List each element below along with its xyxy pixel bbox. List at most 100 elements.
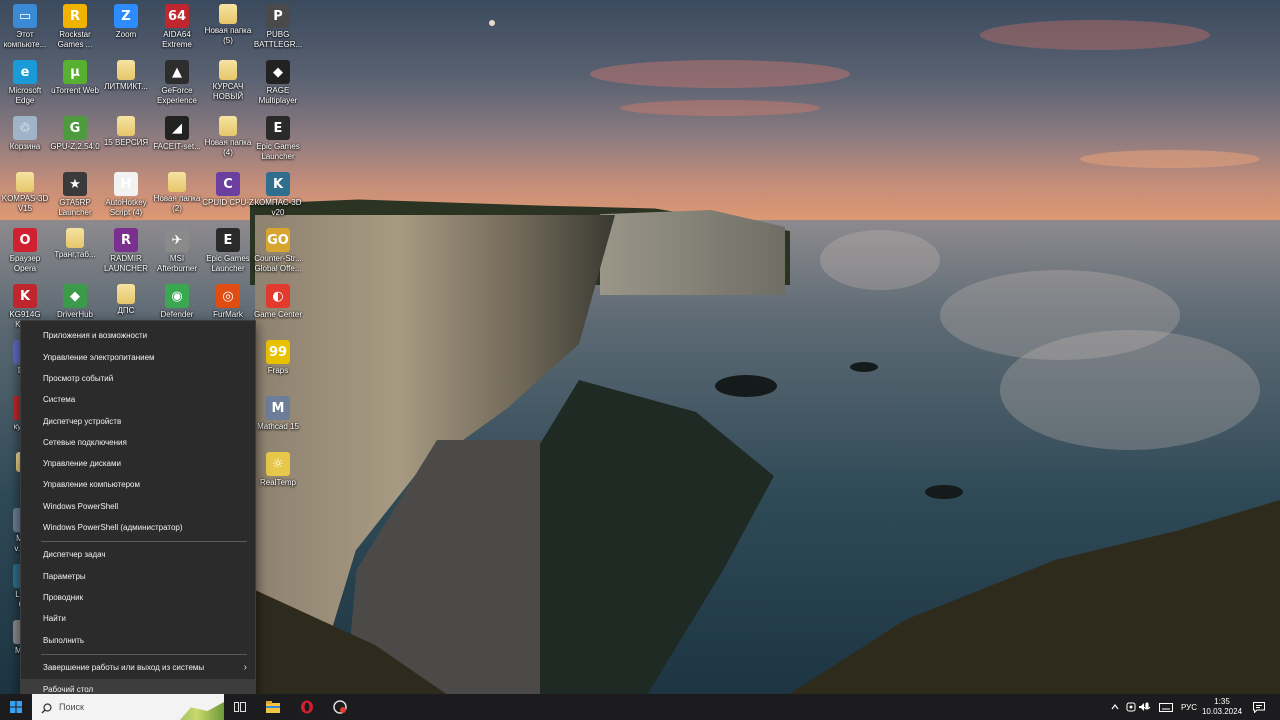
taskbar-search-box[interactable]: Поиск bbox=[32, 694, 224, 720]
clock-button[interactable]: 1:35 10.03.2024 bbox=[1202, 694, 1242, 720]
desktop-icon[interactable]: ◆ DriverHub bbox=[48, 284, 102, 320]
desktop-icon[interactable]: ◢ FACEIT-set... bbox=[150, 116, 204, 152]
desktop-icon-label: Новая папка (2) bbox=[153, 194, 201, 213]
menu-item-settings[interactable]: Параметры bbox=[21, 566, 255, 587]
desktop-icon-label: KOMPAS-3D V15 bbox=[1, 194, 49, 213]
menu-item-computer-management[interactable]: Управление компьютером bbox=[21, 474, 255, 495]
desktop-icon[interactable]: ▭ Этот компьюте... bbox=[0, 4, 52, 50]
gpuz-icon: G bbox=[63, 116, 87, 140]
desktop-icon[interactable]: KOMPAS-3D V15 bbox=[0, 172, 52, 214]
geforce-icon: ▲ bbox=[165, 60, 189, 84]
menu-item-disk-management[interactable]: Управление дисками bbox=[21, 453, 255, 474]
desktop-icon[interactable]: E Epic Games Launcher bbox=[251, 116, 305, 162]
desktop-icon-label: Game Center bbox=[253, 310, 303, 319]
desktop-icon[interactable]: ДПС bbox=[99, 284, 153, 316]
desktop-icon-label: Транг,таб... bbox=[54, 250, 96, 259]
desktop-icon[interactable]: M Mathcad 15 bbox=[251, 396, 305, 432]
desktop-icon[interactable]: O Браузер Opera bbox=[0, 228, 52, 274]
desktop-icon-label: Новая папка (5) bbox=[204, 26, 252, 45]
desktop-icon-label: PUBG BATTLEGR... bbox=[253, 30, 303, 49]
show-hidden-icons-button[interactable] bbox=[1108, 694, 1122, 720]
menu-item-file-explorer[interactable]: Проводник bbox=[21, 587, 255, 608]
game-center-icon: ◐ bbox=[266, 284, 290, 308]
menu-item-run[interactable]: Выполнить bbox=[21, 630, 255, 651]
file-explorer-icon bbox=[266, 701, 280, 713]
taskbar-file-explorer[interactable] bbox=[262, 694, 284, 720]
desktop-icon[interactable]: ◆ RAGE Multiplayer bbox=[251, 60, 305, 106]
taskbar-game-center[interactable] bbox=[329, 694, 351, 720]
task-view-button[interactable] bbox=[229, 694, 251, 720]
folder-icon bbox=[219, 116, 237, 136]
desktop-icon[interactable]: ▲ GeForce Experience bbox=[150, 60, 204, 106]
desktop-icon[interactable]: C CPUID CPU-Z bbox=[201, 172, 255, 208]
taskbar-opera[interactable] bbox=[296, 694, 318, 720]
microphone-button[interactable] bbox=[1140, 694, 1154, 720]
touch-keyboard-button[interactable] bbox=[1157, 694, 1175, 720]
desktop-icon[interactable]: H AutoHotkey Script (4) bbox=[99, 172, 153, 218]
desktop-icon[interactable]: ЛИТМИКТ... bbox=[99, 60, 153, 92]
menu-item-power-options[interactable]: Управление электропитанием bbox=[21, 347, 255, 368]
menu-item-network-connections[interactable]: Сетевые подключения bbox=[21, 432, 255, 453]
desktop-icon-label: КУРСАЧ НОВЫЙ bbox=[212, 82, 244, 101]
menu-item-label: Рабочий стол bbox=[43, 685, 94, 694]
desktop-icon[interactable]: GO Counter-Str... Global Offe... bbox=[251, 228, 305, 274]
desktop-icon[interactable]: Транг,таб... bbox=[48, 228, 102, 260]
desktop-icon[interactable]: K КОМПАС-3D v20 bbox=[251, 172, 305, 218]
desktop-icon[interactable]: Новая папка (4) bbox=[201, 116, 255, 158]
defender-icon: ◉ bbox=[165, 284, 189, 308]
desktop-icon[interactable]: ◉ Defender bbox=[150, 284, 204, 320]
desktop-icon[interactable]: µ uTorrent Web bbox=[48, 60, 102, 96]
desktop-icon[interactable]: ◎ FurMark bbox=[201, 284, 255, 320]
desktop-icon[interactable]: P PUBG BATTLEGR... bbox=[251, 4, 305, 50]
desktop-icon[interactable]: Новая папка (2) bbox=[150, 172, 204, 214]
wallpaper-rock bbox=[925, 485, 963, 499]
clock-time: 1:35 bbox=[1214, 697, 1230, 706]
desktop-icon[interactable]: G GPU-Z.2.54.0 bbox=[48, 116, 102, 152]
menu-item-shut-down-or-sign-out[interactable]: Завершение работы или выход из системы › bbox=[21, 657, 255, 678]
game-center-icon bbox=[333, 700, 347, 714]
desktop-icon[interactable]: R RADMIR LAUNCHER bbox=[99, 228, 153, 274]
wallpaper-foam bbox=[1000, 330, 1260, 450]
menu-item-windows-powershell[interactable]: Windows PowerShell bbox=[21, 496, 255, 517]
desktop-icon-label: Mathcad 15 bbox=[257, 422, 299, 431]
desktop-icon[interactable]: Новая папка (5) bbox=[201, 4, 255, 46]
desktop-icon-label: GPU-Z.2.54.0 bbox=[50, 142, 100, 151]
desktop-icon[interactable]: 15 ВЕРСИЯ bbox=[99, 116, 153, 148]
utorrent-icon: µ bbox=[63, 60, 87, 84]
menu-item-task-manager[interactable]: Диспетчер задач bbox=[21, 544, 255, 565]
desktop-icon[interactable]: ☼ RealTemp bbox=[251, 452, 305, 488]
desktop-icon[interactable]: ◐ Game Center bbox=[251, 284, 305, 320]
zoom-icon: Z bbox=[114, 4, 138, 28]
desktop-icon[interactable]: e Microsoft Edge bbox=[0, 60, 52, 106]
menu-item-system[interactable]: Система bbox=[21, 389, 255, 410]
menu-item-windows-powershell-admin[interactable]: Windows PowerShell (администратор) bbox=[21, 517, 255, 538]
desktop-icon[interactable]: 64 AIDA64 Extreme bbox=[150, 4, 204, 50]
microphone-icon bbox=[1143, 702, 1151, 710]
desktop-icon-label: AIDA64 Extreme bbox=[162, 30, 192, 49]
language-indicator: РУС bbox=[1180, 702, 1198, 712]
desktop-icon[interactable]: R Rockstar Games ... bbox=[48, 4, 102, 50]
menu-item-device-manager[interactable]: Диспетчер устройств bbox=[21, 411, 255, 432]
desktop-icon[interactable]: ♲ Корзина bbox=[0, 116, 52, 152]
desktop-icon[interactable]: КУРСАЧ НОВЫЙ bbox=[201, 60, 255, 102]
recycle-bin-icon: ♲ bbox=[13, 116, 37, 140]
desktop-icon[interactable]: 99 Fraps bbox=[251, 340, 305, 376]
desktop-icon-label: Корзина bbox=[9, 142, 41, 151]
furmark-icon: ◎ bbox=[216, 284, 240, 308]
menu-item-search[interactable]: Найти bbox=[21, 608, 255, 629]
menu-item-label: Windows PowerShell bbox=[43, 502, 119, 511]
gta5rp-icon: ★ bbox=[63, 172, 87, 196]
menu-item-label: Найти bbox=[43, 614, 66, 623]
start-button[interactable] bbox=[0, 694, 32, 720]
input-language-button[interactable]: РУС bbox=[1178, 694, 1200, 720]
action-center-button[interactable] bbox=[1250, 694, 1268, 720]
menu-item-apps-and-features[interactable]: Приложения и возможности bbox=[21, 325, 255, 346]
desktop-icon[interactable]: Z Zoom bbox=[99, 4, 153, 40]
clock-date: 10.03.2024 bbox=[1201, 707, 1243, 716]
desktop-icon[interactable]: E Epic Games Launcher bbox=[201, 228, 255, 274]
desktop-icon[interactable]: ✈ MSI Afterburner bbox=[150, 228, 204, 274]
desktop-icon[interactable]: ★ GTA5RP Launcher bbox=[48, 172, 102, 218]
desktop-icon-label: Counter-Str... Global Offe... bbox=[254, 254, 302, 273]
menu-item-event-viewer[interactable]: Просмотр событий bbox=[21, 368, 255, 389]
desktop-icon-label: AutoHotkey Script (4) bbox=[105, 198, 147, 217]
